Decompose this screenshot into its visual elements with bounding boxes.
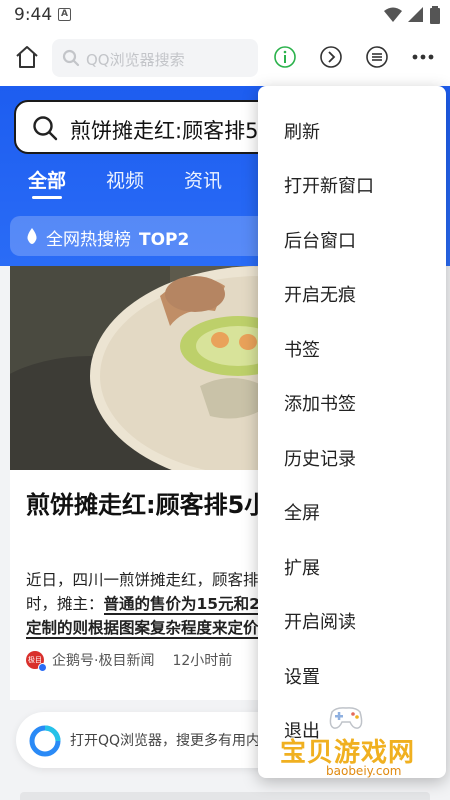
overflow-menu: 刷新 打开新窗口 后台窗口 开启无痕 书签 添加书签 历史记录 全屏 扩展 开启…	[258, 86, 446, 778]
status-icons	[384, 6, 440, 24]
battery-icon	[430, 6, 440, 24]
search-placeholder: QQ浏览器搜索	[86, 51, 185, 69]
menu-item-refresh[interactable]: 刷新	[258, 106, 446, 160]
publish-time: 12小时前	[172, 653, 233, 669]
verified-badge-icon	[38, 663, 47, 672]
menu-item-add-bookmark[interactable]: 添加书签	[258, 378, 446, 432]
menu-item-new-window[interactable]: 打开新窗口	[258, 160, 446, 214]
summary-highlight-1: 普通的售价为15元和2	[103, 595, 260, 615]
next-card-edge	[20, 792, 430, 800]
wifi-icon	[384, 7, 402, 22]
search-icon	[62, 49, 80, 67]
tab-all[interactable]: 全部	[28, 166, 66, 193]
forward-icon[interactable]	[318, 44, 344, 70]
menu-item-fullscreen[interactable]: 全屏	[258, 487, 446, 541]
hot-search-label: 全网热搜榜	[46, 230, 131, 250]
article-meta: 极目 企鹅号·极目新闻 12小时前	[26, 650, 233, 672]
status-bar: 9:44 A	[0, 0, 450, 30]
signal-icon	[408, 7, 423, 22]
search-input[interactable]: QQ浏览器搜索	[52, 39, 258, 77]
tab-video[interactable]: 视频	[106, 166, 144, 193]
qq-browser-logo-icon	[29, 725, 61, 757]
menu-list-icon[interactable]	[364, 44, 390, 70]
search-icon	[33, 116, 58, 141]
menu-item-reader-mode[interactable]: 开启阅读	[258, 596, 446, 650]
menu-item-history[interactable]: 历史记录	[258, 433, 446, 487]
summary-highlight-2: 定制的则根据图案复杂程度来定价	[26, 619, 259, 639]
hot-search-rank: TOP2	[139, 230, 190, 250]
home-icon[interactable]	[12, 42, 42, 72]
tab-news[interactable]: 资讯	[184, 166, 222, 193]
source-avatar: 极目	[26, 651, 47, 672]
menu-item-extensions[interactable]: 扩展	[258, 542, 446, 596]
flame-icon	[27, 228, 37, 244]
menu-item-settings[interactable]: 设置	[258, 651, 446, 705]
gamepad-icon	[329, 707, 363, 729]
banner-text: 打开QQ浏览器，搜更多有用内容	[70, 733, 275, 749]
watermark-url: baobeiy.com	[326, 764, 402, 778]
summary-line-2: 时，摊主：	[26, 595, 104, 613]
menu-item-bookmarks[interactable]: 书签	[258, 324, 446, 378]
more-icon[interactable]	[410, 44, 436, 70]
hero-search-query: 煎饼摊走红:顾客排5	[70, 119, 259, 143]
status-time: 9:44	[14, 5, 53, 25]
menu-item-incognito[interactable]: 开启无痕	[258, 269, 446, 323]
active-tab-indicator	[32, 196, 62, 199]
source-name: 企鹅号·极目新闻	[52, 653, 155, 669]
info-icon[interactable]	[272, 44, 298, 70]
menu-item-background-window[interactable]: 后台窗口	[258, 215, 446, 269]
browser-toolbar: QQ浏览器搜索	[0, 30, 450, 86]
notification-icon: A	[58, 8, 71, 21]
watermark-logo: 宝贝游戏网 baobeiy.com	[262, 700, 448, 782]
